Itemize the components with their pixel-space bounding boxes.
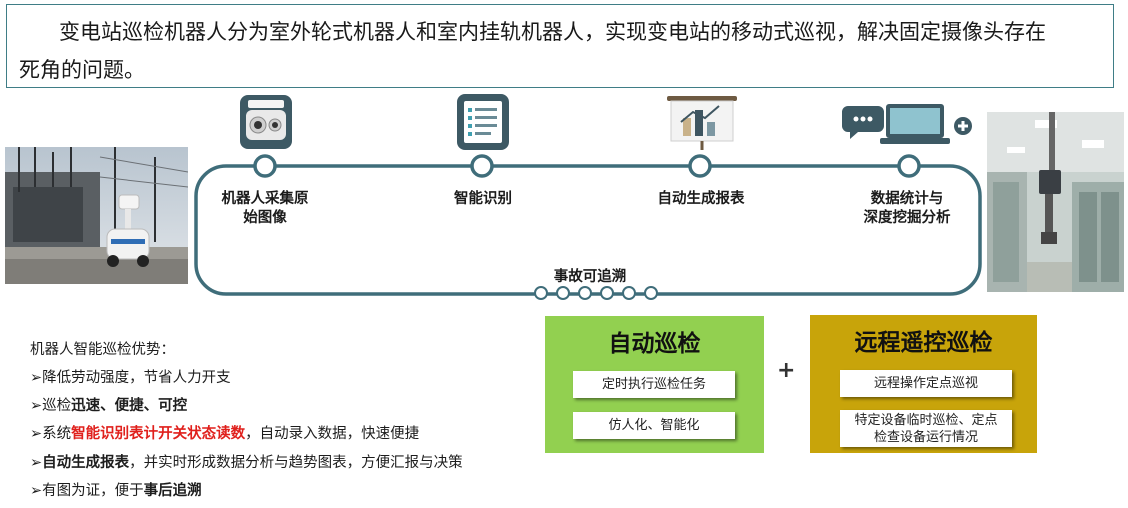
step-label-1: 机器人采集原 始图像: [221, 191, 309, 226]
auto-item-scheduled: 定时执行巡检任务: [573, 371, 735, 398]
flow-node-2: [470, 154, 494, 178]
advantage-item-2: ➢巡检迅速、便捷、可控: [30, 398, 188, 414]
flow-node-4: [897, 154, 921, 178]
step-label-2: 智能识别: [454, 191, 512, 207]
advantage-item-3: ➢系统智能识别表计开关状态读数，自动录入数据，快速便捷: [30, 426, 420, 442]
remote-inspection-title: 远程遥控巡检: [854, 330, 993, 356]
laptop-chat-icon: [842, 100, 974, 154]
remote-item-temporary: 特定设备临时巡检、定点 检查设备运行情况: [840, 410, 1012, 447]
traceability-label: 事故可追溯: [553, 269, 627, 285]
indoor-rail-robot-photo: [987, 112, 1124, 292]
flow-node-3: [688, 154, 712, 178]
remote-inspection-panel: 远程遥控巡检 远程操作定点巡视 特定设备临时巡检、定点 检查设备运行情况: [810, 315, 1037, 453]
remote-item-fixed-point: 远程操作定点巡视: [840, 370, 1012, 397]
camera-robot-icon: [238, 95, 294, 153]
intro-box: 变电站巡检机器人分为室外轮式机器人和室内挂轨机器人，实现变电站的移动式巡视，解决…: [6, 4, 1114, 88]
outdoor-robot-photo: [5, 147, 188, 284]
step-label-3: 自动生成报表: [657, 191, 745, 207]
auto-inspection-title: 自动巡检: [608, 331, 701, 357]
flow-node-1: [253, 154, 277, 178]
intro-line-2: 死角的问题。: [19, 58, 145, 82]
step-label-4: 数据统计与 深度挖掘分析: [863, 191, 951, 226]
bar-chart-board-icon: [665, 96, 739, 154]
advantage-item-1: ➢降低劳动强度，节省人力开支: [30, 370, 231, 386]
advantage-item-5: ➢有图为证，便于事后追溯: [30, 483, 202, 499]
advantages-heading: 机器人智能巡检优势：: [30, 342, 175, 358]
advantage-item-4: ➢自动生成报表，并实时形成数据分析与趋势图表，方便汇报与决策: [30, 455, 463, 471]
plus-sign: +: [777, 358, 796, 383]
auto-item-humanlike: 仿人化、智能化: [573, 412, 735, 439]
auto-inspection-panel: 自动巡检 定时执行巡检任务 仿人化、智能化: [545, 316, 764, 453]
intro-line-1: 变电站巡检机器人分为室外轮式机器人和室内挂轨机器人，实现变电站的移动式巡视，解决…: [59, 20, 1046, 44]
checklist-tablet-icon: [455, 94, 511, 154]
